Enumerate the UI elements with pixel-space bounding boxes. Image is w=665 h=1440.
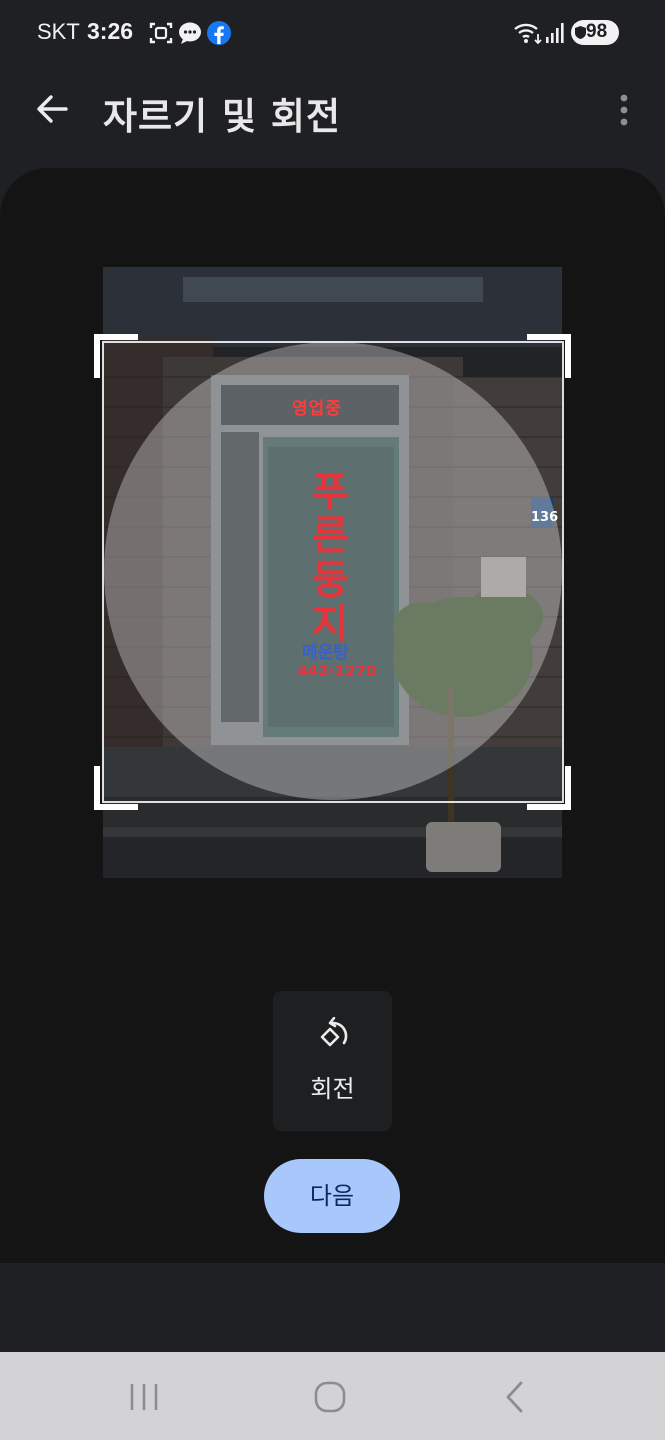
house-number-sign: 136: [531, 510, 559, 525]
rotate-button[interactable]: 회전: [273, 991, 392, 1131]
store-name-sign: 푸른둥지: [311, 469, 349, 647]
wifi-icon: [514, 23, 542, 45]
more-vert-icon: [620, 94, 628, 126]
nav-back-icon: [506, 1381, 523, 1413]
crop-handle-top-right[interactable]: [527, 334, 571, 378]
crop-handle-bottom-right[interactable]: [527, 766, 571, 810]
phone-sign: 442-1270: [297, 662, 377, 680]
page-title: 자르기 및 회전: [103, 95, 342, 138]
carrier-label: SKT: [37, 19, 80, 44]
nav-back-button[interactable]: [494, 1373, 538, 1421]
home-icon: [314, 1381, 346, 1413]
signal-icon: [546, 23, 564, 43]
dish-sign: 메운탕: [302, 643, 349, 663]
shield-icon: [575, 26, 586, 39]
crop-handle-bottom-left[interactable]: [94, 766, 138, 810]
rotate-label: 회전: [310, 1075, 355, 1103]
rotate-icon: [320, 1017, 348, 1047]
more-options-button[interactable]: [609, 88, 639, 132]
home-button[interactable]: [308, 1373, 352, 1421]
next-button[interactable]: 다음: [264, 1159, 400, 1233]
chat-bubble-icon: [179, 22, 201, 44]
bottom-area: [0, 1263, 665, 1352]
crop-handle-top-left[interactable]: [94, 334, 138, 378]
facebook-icon: [207, 21, 231, 45]
back-button[interactable]: [30, 84, 74, 134]
screenshot-icon: [149, 22, 173, 44]
battery-level: 98: [586, 21, 608, 42]
recent-apps-button[interactable]: [122, 1373, 166, 1421]
led-sign-text: 영업중: [292, 399, 342, 419]
clock: 3:26: [87, 18, 134, 44]
arrow-back-icon: [37, 95, 68, 123]
recent-apps-icon: [130, 1384, 158, 1410]
